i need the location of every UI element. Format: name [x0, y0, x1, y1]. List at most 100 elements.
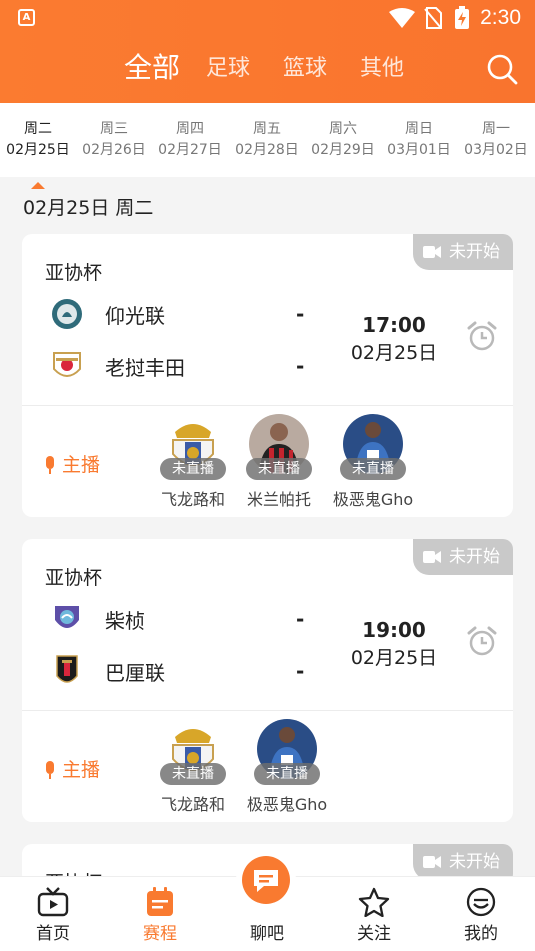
date-tab-4[interactable]: 周六 02月29日	[305, 119, 381, 161]
match-card[interactable]: 未开始 亚协杯 柴桢 巴厘联 - - 19:00 02月25日 主播 未直播 飞…	[22, 539, 513, 822]
card-divider	[22, 405, 513, 406]
live-status-tag: 未直播	[160, 458, 226, 480]
app-notification-icon: A	[18, 9, 35, 26]
tv-icon	[37, 887, 69, 917]
team-crest-icon	[55, 606, 79, 628]
wifi-icon	[389, 8, 415, 28]
microphone-icon	[46, 761, 54, 779]
streamer-name: 极恶鬼Gho	[332, 490, 414, 509]
anchor-label-text: 主播	[62, 454, 101, 476]
schedule-icon	[147, 887, 173, 916]
streamer[interactable]: 未直播 极恶鬼Gho	[242, 719, 332, 819]
streamer-name: 米兰帕托	[246, 490, 311, 509]
nav-label: 首页	[36, 924, 70, 944]
away-score: -	[296, 354, 305, 378]
date-day: 03月01日	[387, 142, 451, 158]
nav-schedule[interactable]: 赛程	[120, 877, 200, 951]
card-divider	[22, 710, 513, 711]
selected-date-indicator	[31, 182, 45, 189]
date-day: 02月26日	[82, 142, 146, 158]
nav-profile[interactable]: 我的	[441, 877, 521, 951]
date-tab-2[interactable]: 周四 02月27日	[152, 119, 228, 161]
tab-football[interactable]: 足球	[206, 50, 250, 82]
nav-label: 关注	[357, 924, 391, 944]
date-weekday: 周六	[329, 121, 357, 137]
status-badge: 未开始	[413, 539, 513, 575]
home-team-name: 柴桢	[105, 609, 145, 633]
date-weekday: 周四	[176, 121, 204, 137]
league-name: 亚协杯	[45, 262, 103, 284]
home-score: -	[296, 607, 305, 631]
streamer-name: 飞龙路和	[160, 795, 225, 814]
nav-home[interactable]: 首页	[13, 877, 93, 951]
category-tabs: 全部 足球 篮球 其他	[0, 50, 535, 90]
away-team-name: 老挝丰田	[105, 356, 185, 380]
league-name: 亚协杯	[45, 567, 103, 589]
tab-basketball[interactable]: 篮球	[283, 50, 327, 82]
status-time: 2:30	[480, 6, 521, 29]
anchor-label: 主播	[44, 450, 100, 477]
nav-label: 我的	[464, 924, 498, 944]
status-bar: A 2:30	[0, 0, 535, 36]
tab-all[interactable]: 全部	[124, 46, 180, 86]
alarm-clock-icon[interactable]	[466, 625, 498, 657]
date-day: 02月28日	[235, 142, 299, 158]
date-selector: 周二 02月25日 周三 02月26日 周四 02月27日 周五 02月28日 …	[0, 103, 535, 189]
anchor-label: 主播	[44, 755, 100, 782]
live-status-tag: 未直播	[254, 763, 320, 785]
anchor-label-text: 主播	[62, 759, 101, 781]
status-badge-label: 未开始	[449, 852, 500, 872]
video-camera-icon	[423, 246, 441, 258]
match-date: 02月25日	[350, 647, 438, 669]
nav-label: 赛程	[143, 924, 177, 944]
video-camera-icon	[423, 551, 441, 563]
chat-fab[interactable]	[236, 850, 296, 910]
date-day: 03月02日	[464, 142, 528, 158]
live-status-tag: 未直播	[340, 458, 406, 480]
date-day: 02月27日	[158, 142, 222, 158]
streamer[interactable]: 未直播 极恶鬼Gho	[328, 414, 418, 514]
no-sim-icon	[424, 7, 442, 29]
date-tab-0[interactable]: 周二 02月25日	[0, 119, 76, 189]
match-time: 19:00	[362, 618, 426, 642]
live-status-tag: 未直播	[246, 458, 312, 480]
date-weekday: 周一	[482, 121, 510, 137]
section-date-title: 02月25日 周二	[23, 197, 154, 219]
match-card[interactable]: 未开始 亚协杯 仰光联 老挝丰田 - - 17:00 02月25日 主播 未直播…	[22, 234, 513, 517]
live-status-tag: 未直播	[160, 763, 226, 785]
nav-label: 聊吧	[250, 924, 284, 944]
chat-icon	[242, 856, 290, 904]
battery-charging-icon	[455, 6, 469, 29]
home-score: -	[296, 302, 305, 326]
streamer-name: 极恶鬼Gho	[246, 795, 328, 814]
team-crest-icon	[56, 655, 78, 683]
streamer-name: 飞龙路和	[160, 490, 225, 509]
star-icon	[358, 887, 390, 917]
away-score: -	[296, 659, 305, 683]
alarm-clock-icon[interactable]	[466, 320, 498, 352]
team-crest-icon	[53, 352, 81, 377]
date-day: 02月25日	[6, 142, 70, 158]
status-badge-label: 未开始	[449, 547, 500, 567]
date-day: 02月29日	[311, 142, 375, 158]
tab-other[interactable]: 其他	[360, 50, 404, 82]
profile-icon	[466, 887, 496, 917]
status-badge: 未开始	[413, 844, 513, 880]
search-icon[interactable]	[486, 53, 518, 85]
match-date: 02月25日	[350, 342, 438, 364]
microphone-icon	[46, 456, 54, 474]
home-team-name: 仰光联	[105, 304, 165, 328]
date-tab-1[interactable]: 周三 02月26日	[76, 119, 152, 161]
status-badge: 未开始	[413, 234, 513, 270]
date-weekday: 周二	[24, 121, 52, 137]
streamer[interactable]: 未直播 飞龙路和	[148, 719, 238, 819]
streamer[interactable]: 未直播 米兰帕托	[234, 414, 324, 514]
app-header: A 2:30 全部 足球 篮球 其他	[0, 0, 535, 103]
date-tab-3[interactable]: 周五 02月28日	[229, 119, 305, 161]
streamer[interactable]: 未直播 飞龙路和	[148, 414, 238, 514]
team-crest-icon	[52, 299, 82, 329]
date-tab-5[interactable]: 周日 03月01日	[381, 119, 457, 161]
date-tab-6[interactable]: 周一 03月02日	[458, 119, 534, 161]
nav-follow[interactable]: 关注	[334, 877, 414, 951]
date-weekday: 周日	[405, 121, 433, 137]
